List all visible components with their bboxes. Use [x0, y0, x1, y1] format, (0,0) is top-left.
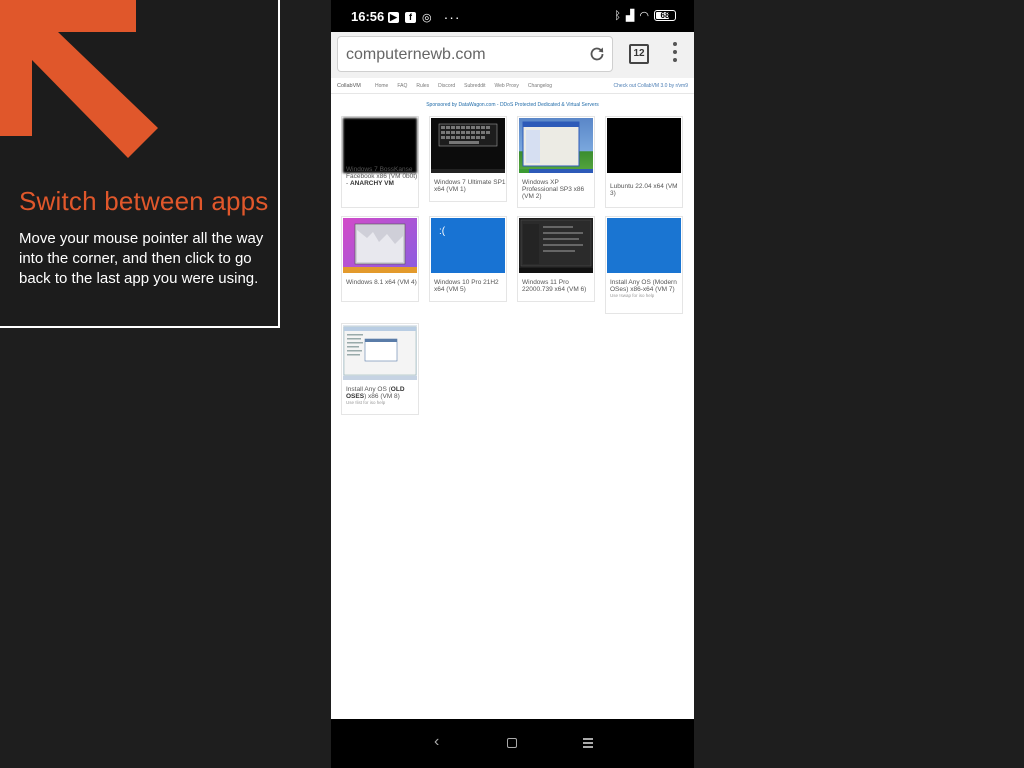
- settings-screen-icon: [519, 219, 593, 273]
- tip-title: Switch between apps: [19, 186, 269, 216]
- vm-label: Windows 7 Ultimate SP1 x64 (VM 1): [434, 179, 506, 193]
- video-icon: ▶: [388, 11, 399, 23]
- vm-card[interactable]: Windows 11 Pro 22000.739 x64 (VM 6): [517, 216, 595, 302]
- android-nav-bar: ‹: [331, 719, 694, 768]
- overflow-menu-icon[interactable]: [673, 42, 677, 66]
- status-bar: 16:56 ▶ f ◎ ··· ᛒ ▟ ◠ 68: [331, 0, 694, 32]
- notification-icons: ▶ f ◎ ···: [388, 9, 461, 25]
- vm-card[interactable]: Lubuntu 22.04 x64 (VM 3): [605, 116, 683, 208]
- vm-card[interactable]: Install Any OS (Modern OSes) x86-x64 (VM…: [605, 216, 683, 314]
- site-nav: CollabVM Home FAQ Rules Discord Subreddi…: [331, 78, 694, 94]
- vm-label-bold: ANARCHY VM: [349, 180, 394, 187]
- status-time: 16:56: [351, 9, 385, 24]
- vm-label: Windows XP Professional SP3 x86 (VM 2): [522, 179, 585, 200]
- recent-apps-icon[interactable]: [583, 738, 593, 750]
- vm-card[interactable]: Windows 7 Ultimate SP1 x64 (VM 1): [429, 116, 507, 202]
- battery-icon: 68: [654, 10, 676, 21]
- vm-thumbnail[interactable]: [519, 218, 593, 273]
- vm-thumbnail[interactable]: :(: [431, 218, 505, 273]
- nav-link[interactable]: Web Proxy: [495, 83, 519, 89]
- vm-card[interactable]: Install Any OS (OLD OSES) x86 (VM 8) Use…: [341, 323, 419, 415]
- browser-toolbar: computernewb.com 12: [331, 32, 694, 78]
- arrow-up-left-icon: [0, 0, 158, 158]
- vm-sublabel: Use !swap for iso help: [610, 293, 655, 298]
- tip-body: Move your mouse pointer all the way into…: [19, 230, 264, 287]
- home-icon[interactable]: [507, 738, 517, 748]
- url-text[interactable]: computernewb.com: [346, 46, 486, 64]
- vm-thumbnail[interactable]: [519, 118, 593, 173]
- vm-label: Install Any OS (Modern OSes) x86-x64 (VM…: [610, 279, 677, 293]
- nav-link[interactable]: Home: [375, 83, 388, 89]
- vm-card[interactable]: Windows XP Professional SP3 x86 (VM 2): [517, 116, 595, 208]
- address-bar[interactable]: computernewb.com: [337, 36, 613, 72]
- tab-switcher-button[interactable]: 12: [629, 44, 649, 64]
- nav-link[interactable]: Subreddit: [464, 83, 485, 89]
- site-logo[interactable]: CollabVM: [337, 83, 361, 89]
- vm-thumbnail[interactable]: [343, 118, 417, 173]
- wifi-icon: ◠: [639, 10, 649, 22]
- reload-icon[interactable]: [588, 45, 606, 63]
- vm-label: Lubuntu 22.04 x64 (VM 3): [610, 183, 678, 197]
- sad-face-icon: :(: [439, 226, 446, 237]
- vm-card[interactable]: Windows 7 BossKanse Facebook x86 (VM 0b0…: [341, 116, 419, 208]
- battery-level: 68: [660, 11, 670, 20]
- vm-thumbnail[interactable]: [607, 218, 681, 273]
- nav-link[interactable]: Rules: [416, 83, 429, 89]
- status-right-icons: ᛒ ▟ ◠ 68: [614, 9, 676, 22]
- window-screen-icon: [519, 121, 593, 173]
- vm-sublabel: Use !list for iso help: [346, 400, 386, 405]
- vm-card[interactable]: :( Windows 10 Pro 21H2 x64 (VM 5): [429, 216, 507, 302]
- vm-label: Windows 11 Pro 22000.739 x64 (VM 6): [522, 279, 587, 293]
- nav-link[interactable]: Discord: [438, 83, 455, 89]
- site-nav-links: Home FAQ Rules Discord Subreddit Web Pro…: [375, 83, 552, 89]
- window-screen-icon: [343, 223, 417, 273]
- vm-card[interactable]: Windows 8.1 x64 (VM 4): [341, 216, 419, 302]
- nav-link[interactable]: FAQ: [397, 83, 407, 89]
- nav-link[interactable]: Changelog: [528, 83, 552, 89]
- tip-panel: Switch between apps Move your mouse poin…: [0, 0, 280, 328]
- messenger-icon: ◎: [422, 11, 432, 24]
- more-notifications-icon: ···: [443, 9, 461, 25]
- bluetooth-icon: ᛒ: [614, 9, 621, 22]
- keyboard-screen-icon: [431, 123, 505, 173]
- facebook-icon: f: [405, 11, 416, 23]
- vm-label-suffix: ) x86 (VM 8): [364, 393, 400, 400]
- sponsor-banner[interactable]: Sponsored by DataWagon.com - DDoS Protec…: [331, 102, 694, 108]
- window-screen-icon: [343, 326, 417, 380]
- signal-icon: ▟: [625, 10, 635, 22]
- vm-thumbnail[interactable]: [431, 118, 505, 173]
- vm-thumbnail[interactable]: [607, 118, 681, 173]
- vm-label: Install Any OS (: [346, 386, 391, 393]
- vm-label: Windows 10 Pro 21H2 x64 (VM 5): [434, 279, 499, 293]
- vm-thumbnail[interactable]: [343, 325, 417, 380]
- back-icon[interactable]: ‹: [434, 733, 439, 751]
- vm-label: Windows 8.1 x64 (VM 4): [346, 279, 417, 286]
- phone-screen: 16:56 ▶ f ◎ ··· ᛒ ▟ ◠ 68 computernewb.co…: [331, 0, 694, 768]
- vm-thumbnail[interactable]: [343, 218, 417, 273]
- site-nav-right-link[interactable]: Check out CollabVM 3.0 by r/vm9: [614, 83, 688, 89]
